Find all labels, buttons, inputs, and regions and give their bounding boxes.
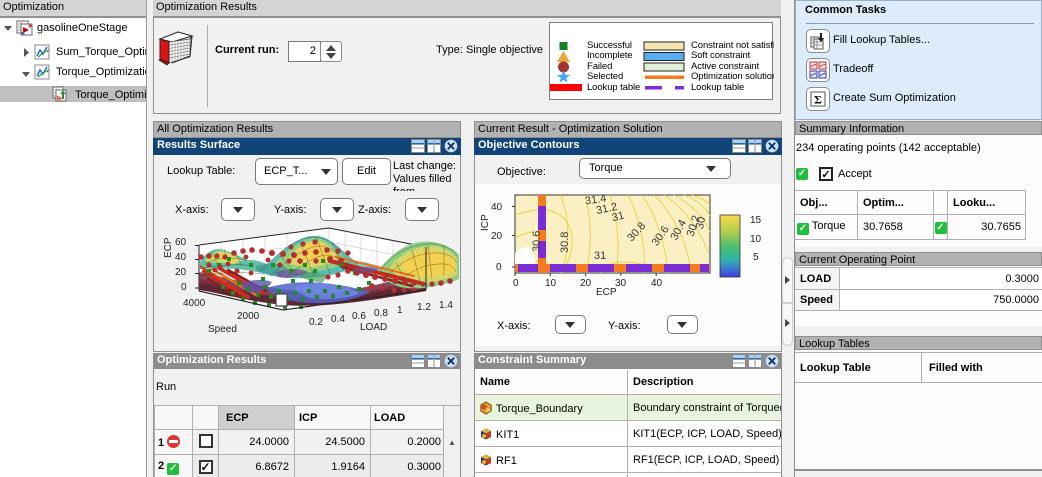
svg-text:Σ: Σ [814,93,822,107]
